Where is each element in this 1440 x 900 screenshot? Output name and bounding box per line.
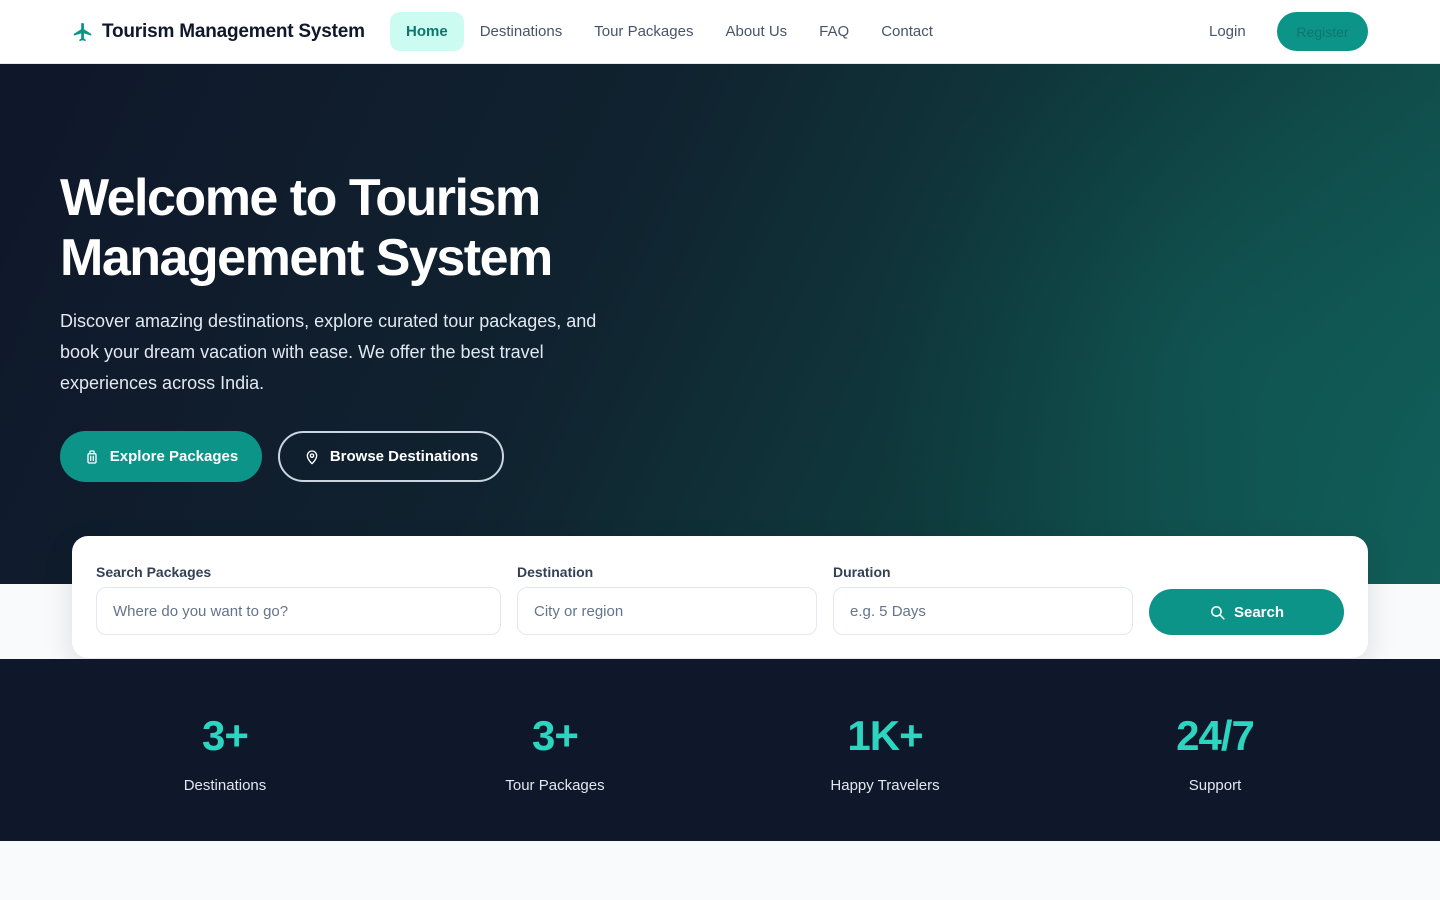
stat-support: 24/7 Support	[1050, 711, 1380, 794]
stat-destinations: 3+ Destinations	[60, 711, 390, 794]
duration-field: Duration	[833, 564, 1133, 635]
register-button[interactable]: Register	[1277, 12, 1368, 51]
hero-title: Welcome to Tourism Management System	[60, 168, 680, 288]
hero-section: Welcome to Tourism Management System Dis…	[0, 64, 1440, 584]
hero-glow	[860, 64, 1440, 584]
search-packages-input[interactable]	[96, 587, 501, 635]
browse-destinations-label: Browse Destinations	[329, 448, 479, 465]
nav-links: Home Destinations Tour Packages About Us…	[390, 12, 949, 51]
stat-label: Destinations	[183, 777, 267, 794]
nav-link-tour-packages[interactable]: Tour Packages	[578, 12, 709, 51]
navbar: Tourism Management System Home Destinati…	[0, 0, 1440, 64]
duration-input[interactable]	[833, 587, 1133, 635]
login-link[interactable]: Login	[1197, 12, 1258, 51]
luggage-icon	[87, 449, 97, 464]
stat-label: Support	[1188, 777, 1242, 794]
destination-label: Destination	[517, 564, 594, 580]
stat-label: Happy Travelers	[830, 777, 940, 794]
nav-link-about-us[interactable]: About Us	[709, 12, 803, 51]
stat-tour-packages: 3+ Tour Packages	[390, 711, 720, 794]
hero-title-line-2: Management System	[60, 229, 553, 287]
search-card: Search Packages Destination Duration Sea…	[72, 536, 1368, 658]
search-packages-field: Search Packages	[96, 564, 501, 635]
hero-subtitle: Discover amazing destinations, explore c…	[60, 311, 597, 393]
destination-field: Destination	[517, 564, 817, 635]
stat-value: 1K+	[847, 712, 923, 759]
browse-destinations-button[interactable]: Browse Destinations	[278, 431, 504, 482]
stat-label: Tour Packages	[505, 777, 605, 794]
nav-link-faq[interactable]: FAQ	[803, 12, 865, 51]
duration-label: Duration	[833, 564, 891, 580]
search-button[interactable]: Search	[1149, 589, 1344, 635]
search-button-label: Search	[1233, 603, 1285, 621]
destination-input[interactable]	[517, 587, 817, 635]
search-packages-label: Search Packages	[96, 564, 212, 580]
stat-value: 3+	[532, 712, 579, 759]
hero-title-line-1: Welcome to Tourism	[60, 169, 541, 227]
brand-name: Tourism Management System	[102, 21, 365, 42]
search-icon	[1211, 605, 1225, 620]
map-pin-icon	[306, 449, 318, 464]
explore-packages-label: Explore Packages	[109, 448, 239, 465]
stat-value: 3+	[202, 712, 249, 759]
nav-link-destinations[interactable]: Destinations	[464, 12, 579, 51]
nav-link-home[interactable]: Home	[390, 12, 464, 51]
stat-value: 24/7	[1176, 712, 1255, 759]
explore-packages-button[interactable]: Explore Packages	[60, 431, 262, 482]
airplane-icon	[73, 22, 92, 42]
stats-section: 3+ Destinations 3+ Tour Packages 1K+ Hap…	[0, 659, 1440, 841]
nav-link-contact[interactable]: Contact	[865, 12, 949, 51]
stat-happy-travelers: 1K+ Happy Travelers	[720, 711, 1050, 794]
brand-logo[interactable]: Tourism Management System	[72, 19, 365, 45]
